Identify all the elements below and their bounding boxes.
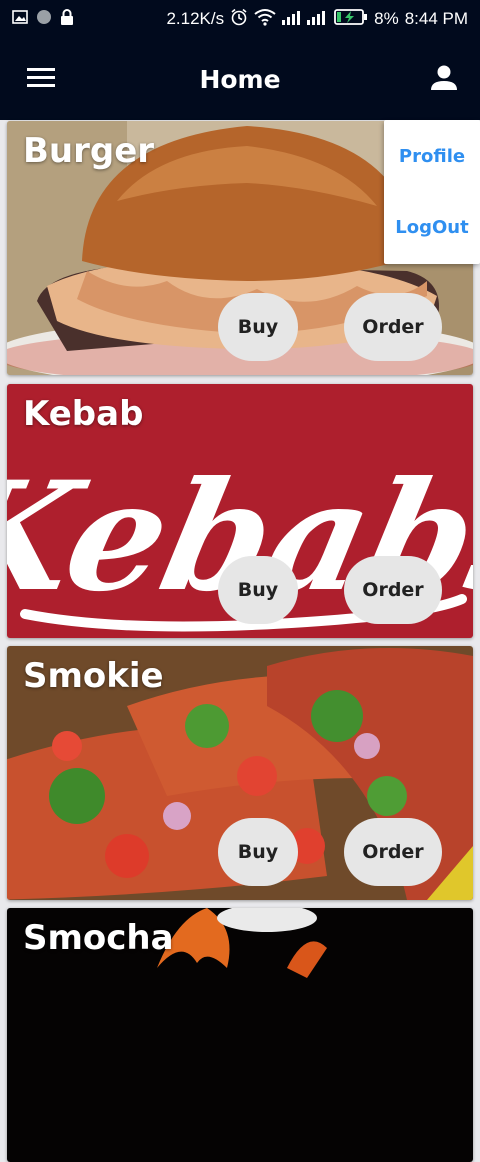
- food-card-smokie: Smokie Buy Order: [7, 646, 473, 900]
- app-bar: Home: [0, 38, 480, 120]
- network-speed: 2.12K/s: [166, 9, 225, 28]
- order-button[interactable]: Order: [344, 293, 442, 361]
- circle-icon: [36, 9, 52, 29]
- clock: 8:44 PM: [404, 9, 468, 28]
- hamburger-menu-icon[interactable]: [24, 64, 58, 92]
- card-title: Smocha: [23, 918, 174, 958]
- image-icon: [12, 9, 28, 29]
- card-title: Kebab: [23, 394, 144, 434]
- status-bar: 2.12K/s 8% 8:44 PM: [0, 0, 480, 38]
- alarm-icon: [230, 8, 248, 30]
- battery-percentage: 8%: [374, 9, 399, 28]
- menu-item-profile[interactable]: Profile: [384, 146, 480, 167]
- card-title: Burger: [23, 131, 155, 171]
- food-card-smocha: Smocha: [7, 908, 473, 1162]
- menu-item-logout[interactable]: LogOut: [384, 217, 480, 238]
- card-title: Smokie: [23, 656, 164, 696]
- buy-button[interactable]: Buy: [218, 818, 298, 886]
- signal-icon: [282, 9, 328, 29]
- account-dropdown-menu: Profile LogOut: [384, 120, 480, 264]
- order-button[interactable]: Order: [344, 818, 442, 886]
- buy-button[interactable]: Buy: [218, 556, 298, 624]
- lock-icon: [60, 9, 74, 29]
- wifi-icon: [254, 8, 276, 30]
- page-title: Home: [199, 64, 281, 94]
- food-card-kebab: Kebabs Kebab Buy Order: [7, 384, 473, 638]
- person-icon[interactable]: [428, 62, 460, 94]
- buy-button[interactable]: Buy: [218, 293, 298, 361]
- order-button[interactable]: Order: [344, 556, 442, 624]
- battery-charging-icon: [334, 9, 368, 29]
